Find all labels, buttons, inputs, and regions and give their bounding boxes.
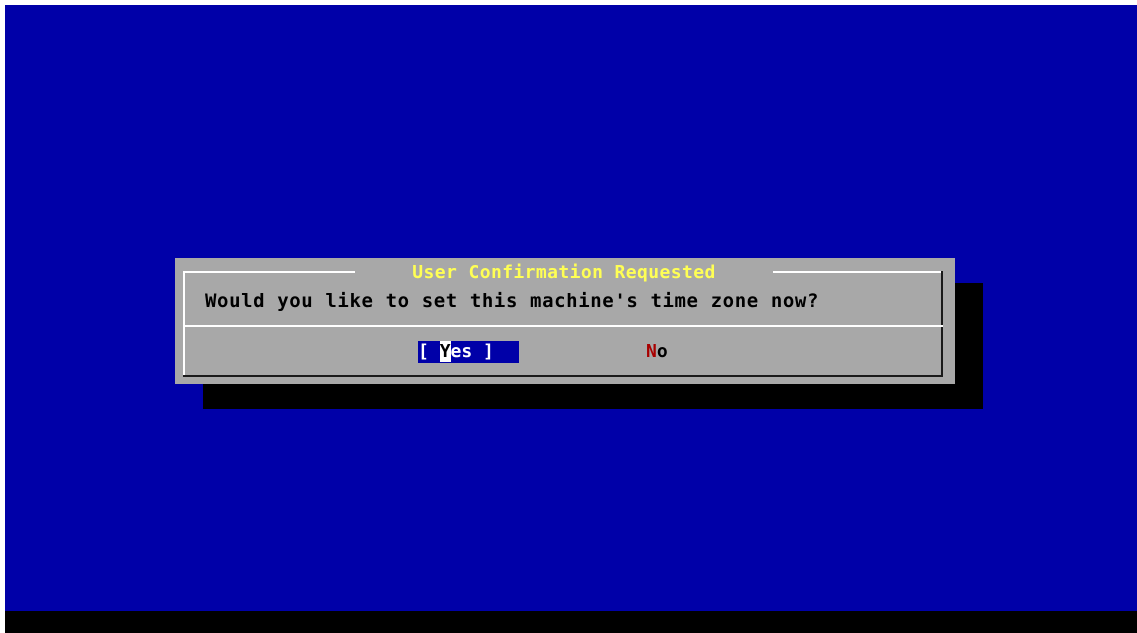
- dialog-message: Would you like to set this machine's tim…: [205, 290, 819, 312]
- yes-button-label: es: [450, 341, 473, 362]
- no-button-hotkey: N: [646, 341, 657, 362]
- dialog-frame-bottom: [183, 375, 943, 377]
- dialog-button-separator: [183, 325, 943, 327]
- dialog-frame-top-left: [183, 271, 355, 273]
- dialog-frame-top-right: [773, 271, 941, 273]
- confirmation-dialog: User Confirmation Requested Would you li…: [175, 258, 955, 384]
- yes-button-close-bracket: ]: [472, 341, 494, 362]
- yes-button-open-bracket: [: [418, 341, 440, 362]
- bottom-status-bar: [5, 611, 1137, 633]
- no-button-label: o: [656, 341, 668, 362]
- dialog-frame-right: [941, 271, 943, 375]
- dialog-frame-left: [183, 271, 185, 375]
- yes-button[interactable]: [ Yes ]: [418, 341, 519, 363]
- terminal-screen: User Confirmation Requested Would you li…: [5, 5, 1137, 633]
- yes-button-hotkey: Y: [439, 341, 451, 362]
- no-button[interactable]: No: [646, 341, 706, 363]
- dialog-title: User Confirmation Requested: [412, 262, 716, 283]
